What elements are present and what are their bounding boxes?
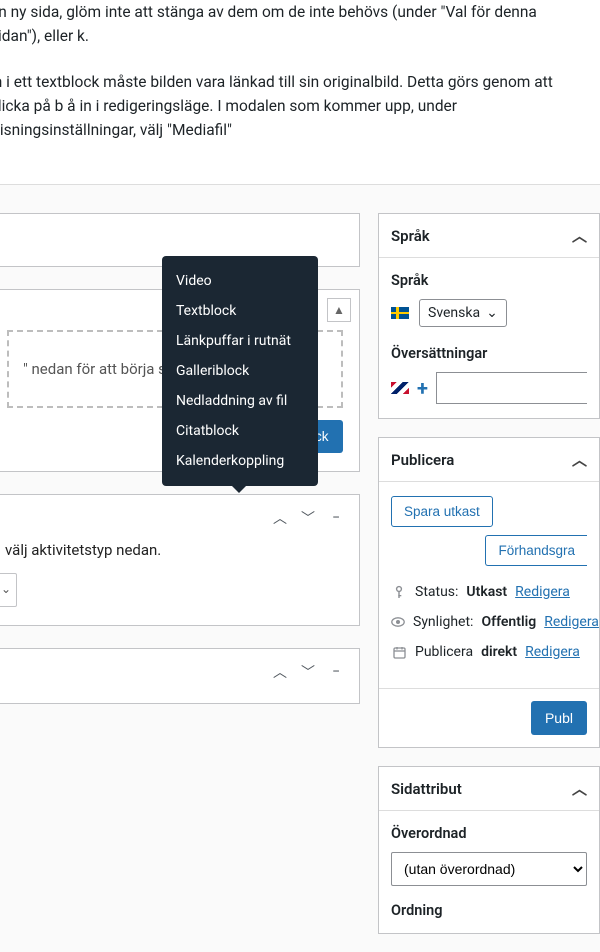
- collapsed-box: ︿ ﹀ −: [0, 648, 360, 704]
- language-panel-header[interactable]: Språk ︿: [379, 214, 599, 258]
- parent-select[interactable]: (utan överordnad): [391, 852, 587, 886]
- publish-panel: Publicera ︿ Spara utkast Förhandsgra Sta…: [378, 437, 600, 748]
- popover-item-video[interactable]: Video: [162, 266, 318, 296]
- translations-label: Översättningar: [391, 345, 587, 362]
- language-panel-title: Språk: [391, 227, 430, 245]
- status-line: Status: Utkast Redigera: [391, 584, 587, 600]
- page-attributes-panel: Sidattribut ︿ Överordnad (utan överordna…: [378, 766, 600, 934]
- flag-sweden-icon: [391, 307, 409, 319]
- popover-item-textblock[interactable]: Textblock: [162, 296, 318, 326]
- key-icon: [391, 585, 407, 599]
- block-type-popover: Video Textblock Länkpuffar i rutnät Gall…: [162, 256, 318, 486]
- parent-label: Överordnad: [391, 825, 587, 842]
- popover-item-galleri[interactable]: Galleriblock: [162, 356, 318, 386]
- preview-button[interactable]: Förhandsgra: [485, 535, 587, 566]
- publish-time-line: Publicera direkt Redigera: [391, 644, 587, 660]
- activity-toolbar: ︿ ﹀ −: [5, 509, 345, 527]
- chevron-up-icon[interactable]: ︿: [271, 663, 289, 681]
- chevron-up-icon: ︿: [572, 449, 587, 470]
- minus-icon[interactable]: −: [327, 663, 345, 681]
- popover-item-linkpuffar[interactable]: Länkpuffar i rutnät: [162, 326, 318, 356]
- add-translation-icon[interactable]: +: [417, 376, 428, 400]
- translation-input[interactable]: [436, 372, 587, 404]
- flag-english-icon: [391, 382, 409, 394]
- visibility-edit-link[interactable]: Redigera: [544, 614, 599, 630]
- language-select[interactable]: Svenska ⌄: [419, 299, 507, 327]
- page-attributes-header[interactable]: Sidattribut ︿: [379, 767, 599, 811]
- chevron-up-icon[interactable]: ︿: [271, 509, 289, 527]
- small-dropdown-toggle[interactable]: ⌄: [0, 573, 17, 607]
- status-edit-link[interactable]: Redigera: [515, 584, 570, 600]
- activity-text: välj aktivitetstyp nedan.: [5, 541, 345, 559]
- publish-panel-header[interactable]: Publicera ︿: [379, 438, 599, 482]
- intro-paragraph-2: in i ett textblock måste bilden vara län…: [0, 70, 590, 142]
- activity-box: ︿ ﹀ − välj aktivitetstyp nedan. ⌄: [0, 494, 360, 626]
- minus-icon[interactable]: −: [327, 509, 345, 527]
- popover-item-nedladdning[interactable]: Nedladdning av fil: [162, 386, 318, 416]
- visibility-line: Synlighet: Offentlig Redigera: [391, 614, 587, 630]
- chevron-up-icon: ︿: [572, 778, 587, 799]
- popover-item-citat[interactable]: Citatblock: [162, 416, 318, 446]
- language-label: Språk: [391, 272, 587, 289]
- order-label: Ordning: [391, 902, 587, 919]
- content-toggle-up[interactable]: ▲: [327, 298, 351, 322]
- chevron-down-icon[interactable]: ﹀: [299, 663, 317, 681]
- collapsed-box-toolbar: ︿ ﹀ −: [0, 649, 359, 681]
- page-attributes-title: Sidattribut: [391, 780, 462, 798]
- intro-paragraph-1: en ny sida, glöm inte att stänga av dem …: [0, 0, 590, 48]
- publish-time-edit-link[interactable]: Redigera: [525, 644, 580, 660]
- save-draft-button[interactable]: Spara utkast: [391, 496, 493, 527]
- right-sidebar: Språk ︿ Språk Svenska ⌄ Översättningar +: [378, 213, 600, 952]
- intro-text: en ny sida, glöm inte att stänga av dem …: [0, 0, 600, 184]
- chevron-up-icon: ︿: [572, 225, 587, 246]
- publish-panel-title: Publicera: [391, 451, 454, 469]
- chevron-down-icon[interactable]: ﹀: [299, 509, 317, 527]
- eye-icon: [391, 617, 405, 627]
- publish-footer: Publ: [379, 688, 599, 747]
- publish-button[interactable]: Publ: [531, 701, 587, 735]
- language-panel: Språk ︿ Språk Svenska ⌄ Översättningar +: [378, 213, 600, 419]
- calendar-icon: [391, 646, 407, 659]
- chevron-down-icon: ⌄: [486, 305, 498, 321]
- popover-item-kalender[interactable]: Kalenderkoppling: [162, 446, 318, 476]
